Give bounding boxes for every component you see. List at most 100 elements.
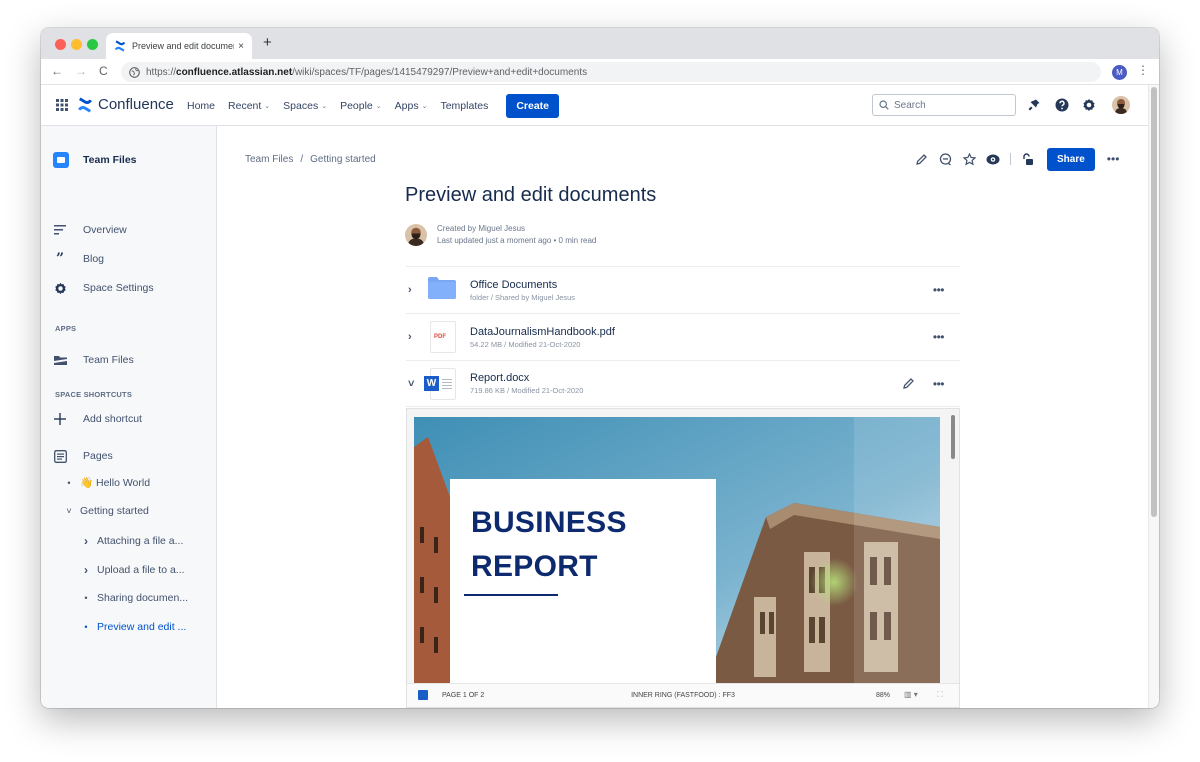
chevron-down-icon[interactable]: ˅ [64,506,74,516]
breadcrumb-item[interactable]: Getting started [310,154,376,165]
restrictions-unlock-icon[interactable] [1021,152,1035,166]
nav-apps[interactable]: Apps ⌄ [395,100,428,112]
page-scrollbar-thumb[interactable] [1151,87,1157,517]
nav-recent[interactable]: Recent ⌄ [228,100,270,112]
search-input[interactable] [894,99,1004,111]
primary-nav: Home Recent ⌄ Spaces ⌄ People ⌄ Apps ⌄ Templ… [187,85,560,126]
reload-button[interactable]: C [99,64,108,78]
author-avatar[interactable] [405,224,427,246]
maximize-window-button[interactable] [87,39,98,50]
nav-home-label: Home [187,99,216,112]
chevron-right-icon[interactable]: › [81,563,91,577]
zoom-level[interactable]: 88% [876,692,890,699]
confluence-logo[interactable]: Confluence [77,96,174,113]
layout-toggle-icon[interactable]: ▥ ▾ [904,690,918,699]
sidebar-item-pages[interactable]: Pages [53,449,113,463]
breadcrumb-separator: / [300,154,304,165]
user-avatar[interactable] [1112,96,1130,114]
minimize-window-button[interactable] [71,39,82,50]
bullet-icon: • [84,593,88,603]
file-more-button[interactable]: ••• [933,330,945,344]
page-tree-item-hello-world[interactable]: • 👋 Hello World [64,476,150,489]
fullscreen-icon[interactable]: ⛶ [937,690,943,700]
document-preview[interactable]: BUSINESS REPORT PAGE 1 OF 2 INNER RING (… [406,408,960,708]
preview-scrollbar[interactable] [951,415,955,459]
edit-pencil-icon[interactable] [914,152,928,166]
file-info: DataJournalismHandbook.pdf 54.22 MB / Mo… [470,326,615,349]
back-button[interactable]: ← [51,64,63,78]
file-row-pdf[interactable]: › PDF DataJournalismHandbook.pdf 54.22 M… [406,313,960,360]
breadcrumb-item[interactable]: Team Files [245,154,293,165]
more-actions-button[interactable]: ••• [1107,152,1120,166]
breadcrumb: Team Files / Getting started [245,154,376,165]
quote-icon: ” [55,251,65,267]
browser-menu-icon[interactable]: ⋮ [1137,64,1149,76]
plus-icon [53,412,67,426]
page-title: Preview and edit documents [405,184,657,206]
heading-underline [464,594,558,596]
edit-pencil-icon[interactable] [902,377,915,390]
file-name[interactable]: Report.docx [470,372,583,384]
nav-people[interactable]: People ⌄ [340,100,382,112]
sidebar-item-overview[interactable]: Overview [53,223,127,237]
profile-avatar[interactable]: M [1112,65,1127,80]
row-actions: ••• [933,314,945,360]
page-tree-item-attaching-a-file[interactable]: › Attaching a file a... [81,534,183,548]
watch-eye-icon[interactable] [986,152,1000,166]
star-icon[interactable] [962,152,976,166]
comment-icon[interactable] [938,152,952,166]
word-lines-icon [442,378,452,391]
help-icon[interactable] [1055,98,1069,112]
file-row-docx[interactable]: ˅ W Report.docx 719.86 KB / Modified 21-… [406,360,960,407]
share-button[interactable]: Share [1047,147,1095,171]
nav-templates-label: Templates [440,99,489,112]
row-actions: ••• [902,361,945,406]
sidebar-item-team-files-app[interactable]: Team Files [53,353,134,367]
nav-home[interactable]: Home [187,100,215,112]
page-tree-item-sharing-documents[interactable]: • Sharing documen... [81,592,188,604]
chevron-right-icon[interactable]: › [408,284,422,296]
file-name[interactable]: Office Documents [470,279,575,291]
notifications-icon[interactable] [1027,98,1041,112]
action-divider [1010,153,1011,165]
new-tab-button[interactable]: + [263,34,272,51]
chevron-right-icon[interactable]: › [408,331,422,343]
add-shortcut-button[interactable]: Add shortcut [53,412,142,426]
page-tree-label: Getting started [80,505,149,517]
page-tree-item-upload-a-file[interactable]: › Upload a file to a... [81,563,185,577]
space-header[interactable]: Team Files [53,152,137,168]
file-row-office-documents[interactable]: › Office Documents folder / Shared by Mi… [406,266,960,313]
url-field[interactable]: https://confluence.atlassian.net/wiki/sp… [121,62,1101,82]
file-more-button[interactable]: ••• [933,283,945,297]
file-name[interactable]: DataJournalismHandbook.pdf [470,326,615,338]
sidebar-item-space-settings[interactable]: Space Settings [53,281,154,295]
chevron-down-icon[interactable]: ˅ [408,378,422,390]
page-tree-item-preview-and-edit[interactable]: • Preview and edit ... [81,621,186,633]
chevron-right-icon[interactable]: › [81,534,91,548]
browser-tab[interactable]: Preview and edit documents - × [106,33,252,59]
search-field[interactable] [872,94,1016,116]
app-switcher-icon[interactable] [55,98,69,112]
gear-icon [53,281,67,295]
byline-dot: • [551,236,559,245]
forward-button[interactable]: → [75,64,87,78]
created-by: Created by Miguel Jesus [437,224,526,233]
space-sidebar: Team Files Overview ” Blog Space Setting… [41,126,217,708]
page-tree-item-getting-started[interactable]: ˅ Getting started [64,505,149,517]
file-more-button[interactable]: ••• [933,377,945,391]
nav-templates[interactable]: Templates [440,100,488,112]
chevron-down-icon: ⌄ [321,102,328,110]
tab-close-icon[interactable]: × [238,41,244,52]
sidebar-item-blog[interactable]: ” Blog [53,251,104,267]
product-name: Confluence [98,96,174,113]
file-info: Report.docx 719.86 KB / Modified 21-Oct-… [470,372,583,395]
nav-spaces[interactable]: Spaces ⌄ [283,100,327,112]
close-window-button[interactable] [55,39,66,50]
create-button[interactable]: Create [506,93,560,118]
search-icon [879,100,889,110]
file-meta: folder / Shared by Miguel Jesus [470,292,576,302]
settings-icon[interactable] [1082,98,1096,112]
space-name: Team Files [83,154,137,166]
page-scrollbar[interactable] [1148,85,1159,708]
sidebar-item-label: Team Files [83,354,134,366]
